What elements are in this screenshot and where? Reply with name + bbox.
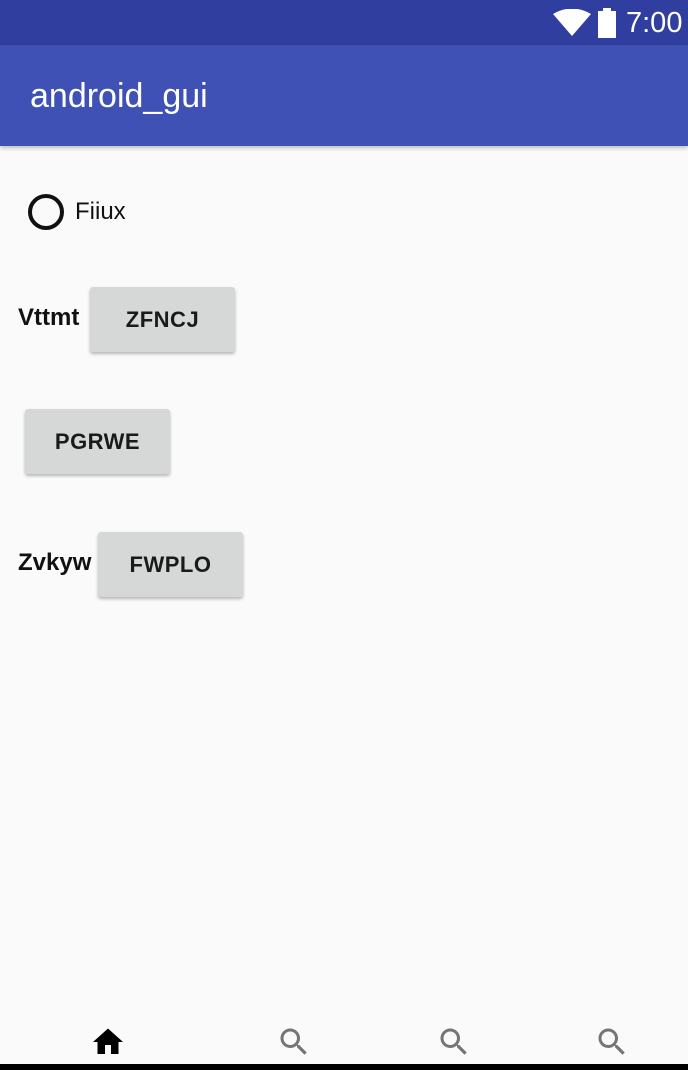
home-icon[interactable]: [90, 1024, 126, 1060]
search-icon[interactable]: [276, 1024, 312, 1060]
screen: 7:00 android_gui Fiiux Vttmt ZFNCJ PGRWE…: [0, 0, 688, 1070]
search-icon[interactable]: [594, 1024, 630, 1060]
status-bar: 7:00: [0, 0, 688, 45]
label-vttmt: Vttmt: [18, 304, 80, 331]
app-bar: android_gui: [0, 45, 688, 146]
radio-option-fiiux[interactable]: Fiiux: [28, 192, 126, 232]
radio-button-icon[interactable]: [28, 194, 64, 230]
radio-label[interactable]: Fiiux: [75, 198, 126, 226]
bottom-navigation: [0, 1010, 688, 1064]
wifi-icon: [553, 9, 591, 36]
fwplo-button[interactable]: FWPLO: [98, 532, 243, 597]
pgrwe-button[interactable]: PGRWE: [25, 409, 170, 474]
search-icon[interactable]: [436, 1024, 472, 1060]
status-time: 7:00: [626, 7, 683, 39]
label-zvkyw: Zvkyw: [18, 549, 92, 576]
app-title: android_gui: [30, 77, 208, 115]
zfncj-button[interactable]: ZFNCJ: [90, 287, 235, 352]
bottom-edge: [0, 1064, 688, 1070]
battery-icon: [598, 8, 616, 38]
